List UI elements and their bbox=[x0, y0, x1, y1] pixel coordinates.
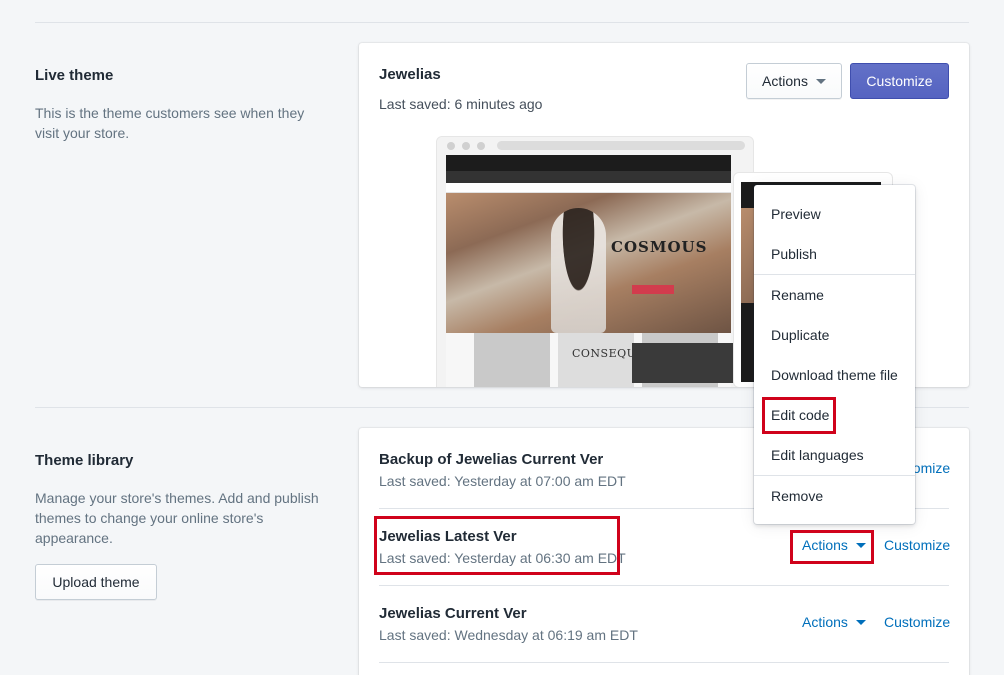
menu-item-edit-languages[interactable]: Edit languages bbox=[771, 445, 864, 465]
browser-bar bbox=[437, 137, 753, 155]
library-theme-name: Jewelias Current Ver bbox=[379, 605, 527, 622]
hero-image: COSMOUS bbox=[446, 193, 731, 333]
library-row: Jewelias Current Ver Last saved: Wednesd… bbox=[379, 604, 638, 645]
live-theme-heading: Live theme bbox=[35, 67, 114, 84]
menu-item-preview[interactable]: Preview bbox=[771, 204, 821, 224]
desktop-theme-preview: COSMOUS CONSEQUA bbox=[436, 136, 754, 387]
site-header bbox=[446, 155, 731, 171]
top-divider bbox=[35, 22, 969, 23]
site-promo-bar bbox=[446, 183, 731, 193]
actions-dropdown-menu: Preview Publish Rename Duplicate Downloa… bbox=[754, 185, 915, 524]
theme-library-heading: Theme library bbox=[35, 452, 134, 469]
live-theme-annotation: Live theme This is the theme customers s… bbox=[35, 66, 335, 143]
live-actions-label: Actions bbox=[762, 73, 808, 89]
live-theme-description: This is the theme customers see when the… bbox=[35, 105, 305, 141]
menu-item-duplicate[interactable]: Duplicate bbox=[771, 325, 829, 345]
library-actions-link[interactable]: Actions bbox=[802, 614, 866, 630]
library-customize-link[interactable]: Customize bbox=[884, 614, 950, 630]
chevron-down-icon bbox=[855, 619, 866, 625]
preview-cards: CONSEQUA bbox=[446, 333, 738, 387]
menu-item-rename[interactable]: Rename bbox=[771, 285, 824, 305]
menu-item-download-theme-file[interactable]: Download theme file bbox=[771, 365, 898, 385]
site-nav bbox=[446, 171, 731, 183]
library-theme-name: Backup of Jewelias Current Ver bbox=[379, 451, 604, 468]
library-actions-label: Actions bbox=[802, 614, 848, 630]
menu-divider bbox=[754, 274, 915, 275]
cookie-banner bbox=[632, 343, 738, 383]
theme-library-description: Manage your store's themes. Add and publ… bbox=[35, 490, 319, 546]
theme-library-annotation: Theme library Manage your store's themes… bbox=[35, 451, 335, 548]
chevron-down-icon bbox=[815, 78, 826, 84]
preview-hero-title: COSMOUS bbox=[611, 238, 708, 256]
live-customize-button[interactable]: Customize bbox=[850, 63, 949, 99]
live-theme-last-saved: Last saved: 6 minutes ago bbox=[379, 96, 543, 112]
menu-item-publish[interactable]: Publish bbox=[771, 244, 817, 264]
library-actions-link[interactable]: Actions bbox=[802, 537, 866, 553]
library-theme-last-saved: Last saved: Yesterday at 06:30 am EDT bbox=[379, 550, 626, 566]
library-theme-last-saved: Last saved: Wednesday at 06:19 am EDT bbox=[379, 627, 638, 643]
menu-divider bbox=[754, 475, 915, 476]
upload-theme-button[interactable]: Upload theme bbox=[35, 564, 157, 600]
chevron-down-icon bbox=[855, 542, 866, 548]
menu-item-edit-code[interactable]: Edit code bbox=[771, 405, 829, 425]
live-theme-name: Jewelias bbox=[379, 66, 441, 83]
library-row: Backup of Jewelias Current Ver Last save… bbox=[379, 450, 626, 491]
live-actions-button[interactable]: Actions bbox=[746, 63, 842, 99]
library-theme-name: Jewelias Latest Ver bbox=[379, 528, 517, 545]
library-actions-label: Actions bbox=[802, 537, 848, 553]
menu-item-remove[interactable]: Remove bbox=[771, 486, 823, 506]
library-customize-link[interactable]: Customize bbox=[884, 537, 950, 553]
library-theme-last-saved: Last saved: Yesterday at 07:00 am EDT bbox=[379, 473, 626, 489]
library-row: Jewelias Latest Ver Last saved: Yesterda… bbox=[379, 527, 626, 568]
